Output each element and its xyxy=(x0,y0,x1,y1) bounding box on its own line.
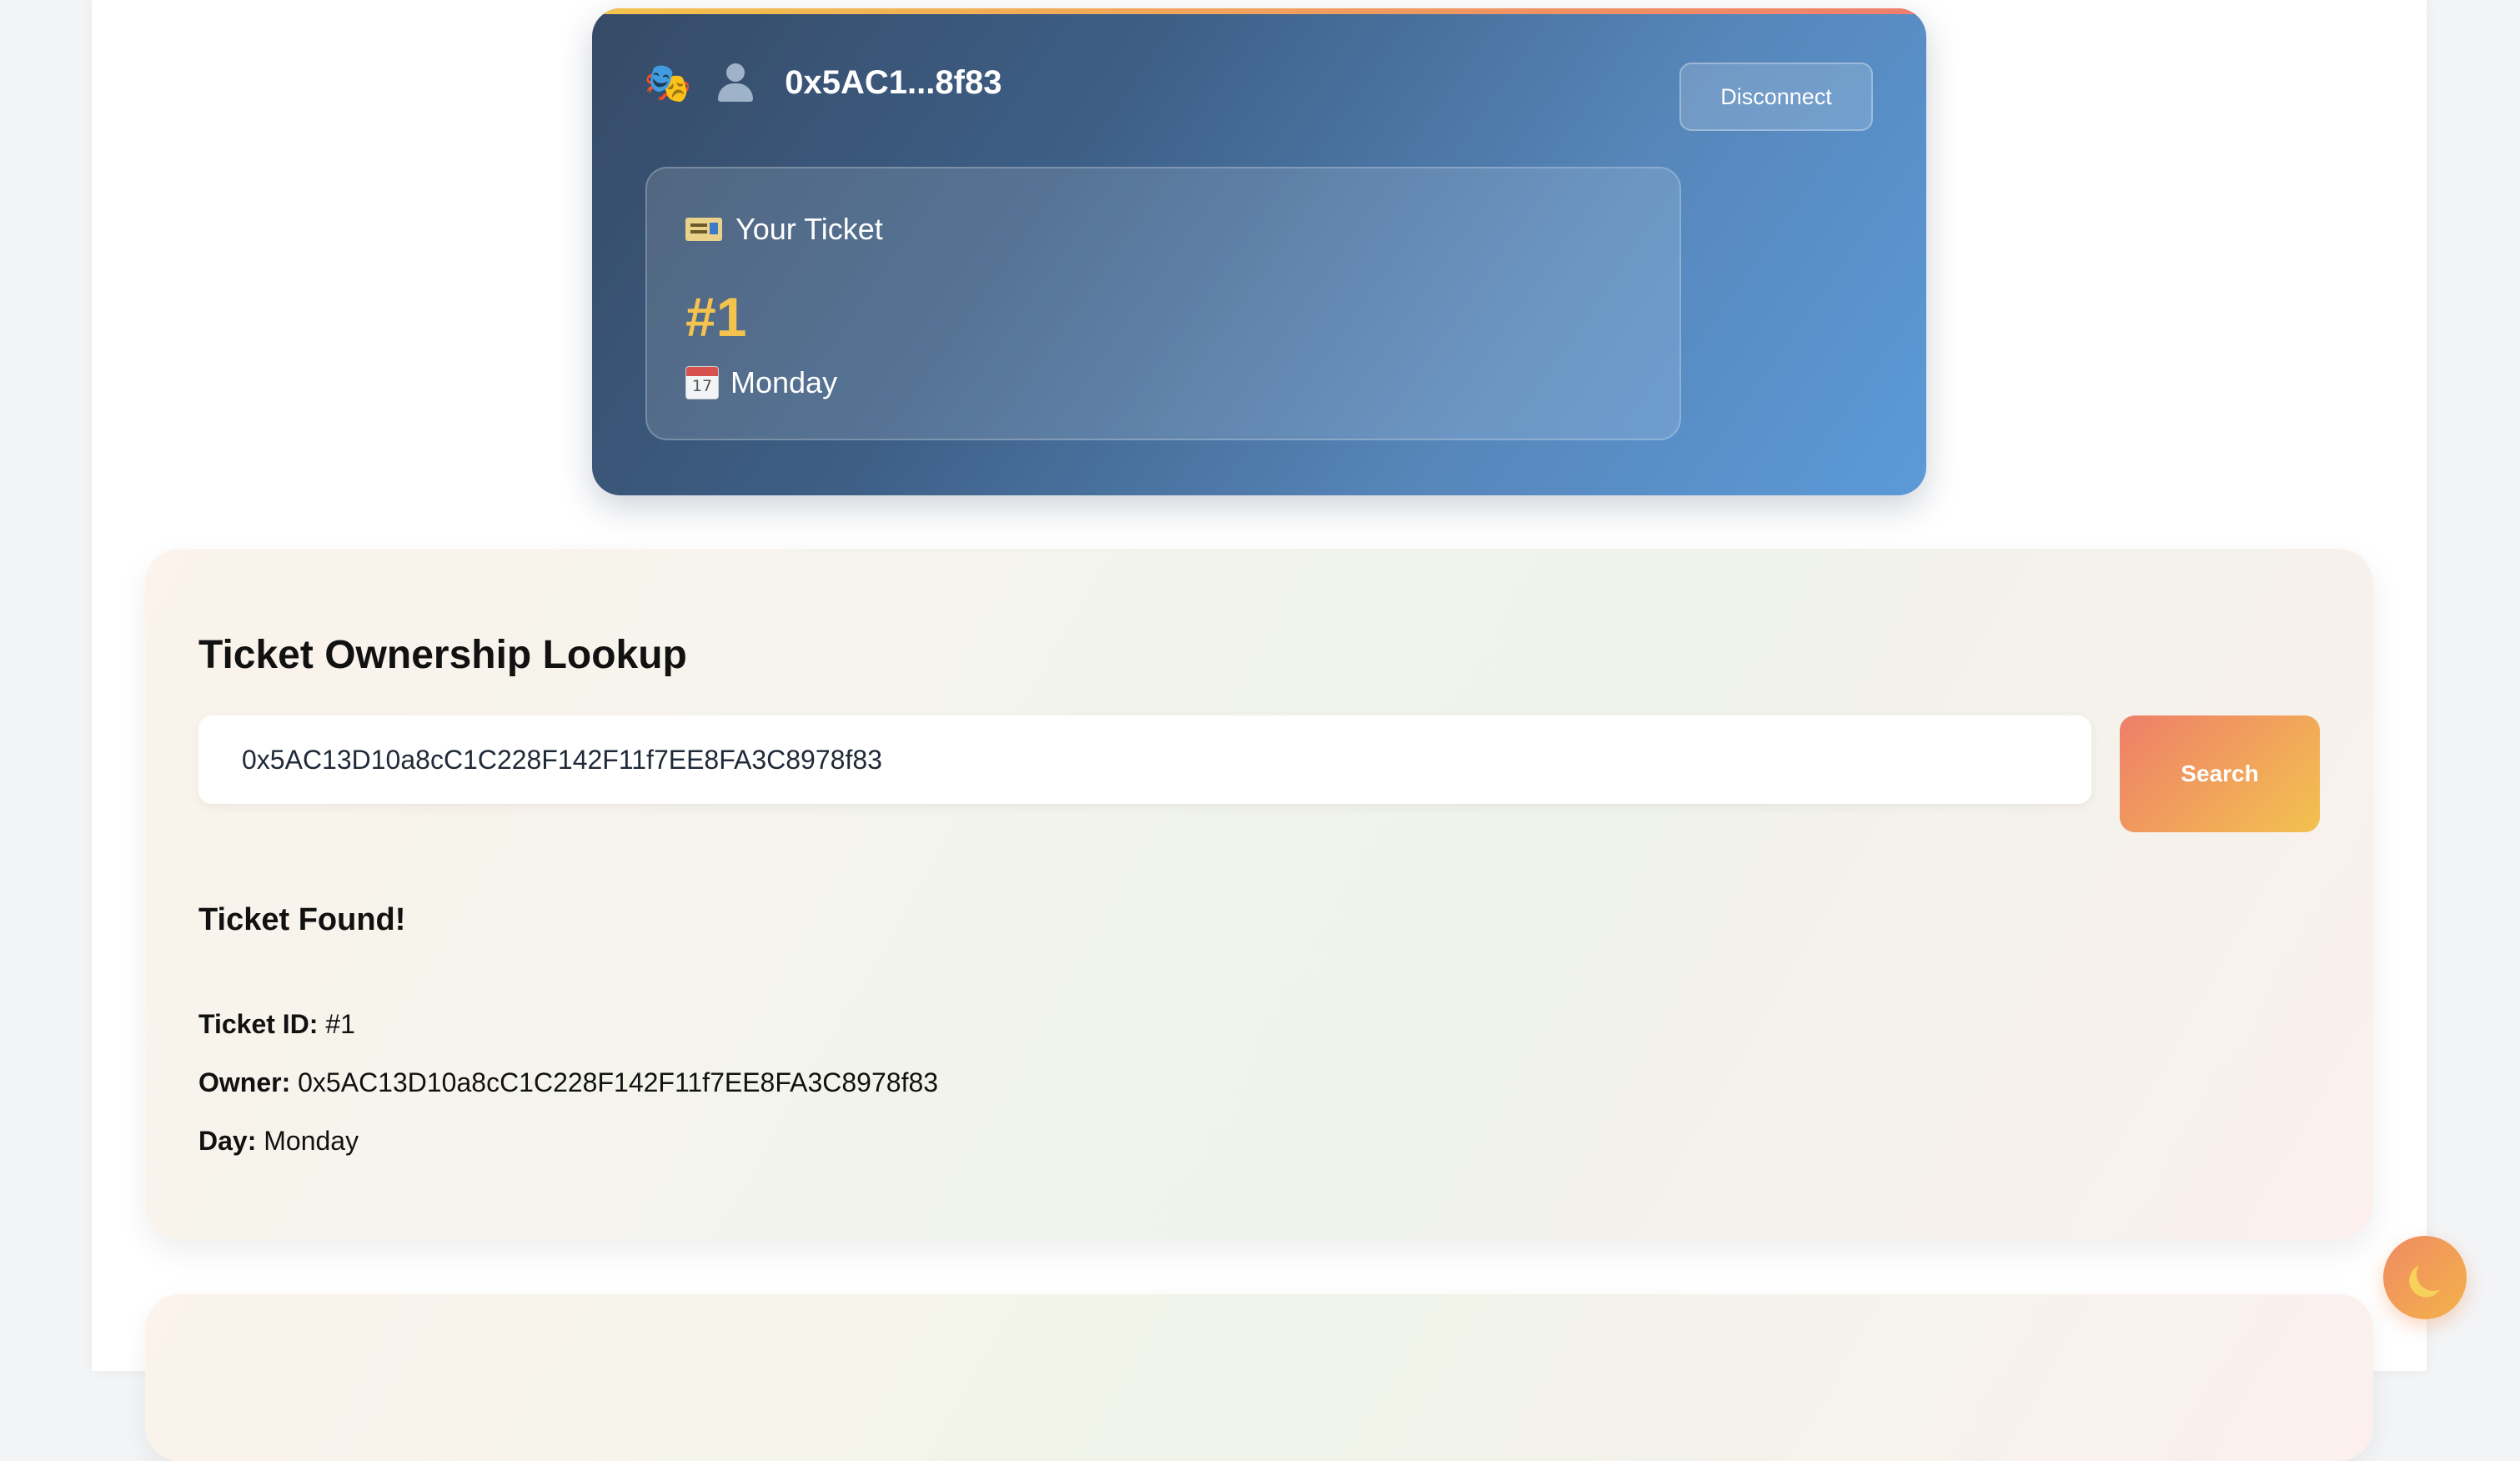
day-value: Monday xyxy=(264,1126,359,1156)
ticket-label-row: Your Ticket xyxy=(685,212,883,247)
your-ticket-box: Your Ticket #1 17 Monday xyxy=(645,167,1681,440)
wallet-card: 🎭 0x5AC1...8f83 Disconnect Your Ticket #… xyxy=(592,8,1926,495)
result-ticket-id: Ticket ID: #1 xyxy=(198,1009,355,1040)
wallet-address: 0x5AC1...8f83 xyxy=(785,63,1002,101)
ticket-icon xyxy=(685,218,722,241)
ticket-label: Your Ticket xyxy=(735,212,883,246)
owner-label: Owner: xyxy=(198,1067,291,1097)
wallet-card-accent-bar xyxy=(592,8,1926,14)
search-button[interactable]: Search xyxy=(2120,715,2320,832)
next-panel xyxy=(145,1294,2373,1461)
moon-icon xyxy=(2414,1255,2452,1293)
day-label: Day: xyxy=(198,1126,257,1156)
ticket-id-value: #1 xyxy=(325,1009,355,1039)
user-icon xyxy=(715,62,756,103)
result-owner: Owner: 0x5AC13D10a8cC1C228F142F11f7EE8FA… xyxy=(198,1067,938,1098)
performing-arts-masks-icon: 🎭 xyxy=(644,60,692,105)
ticket-number: #1 xyxy=(685,286,747,348)
wallet-header: 🎭 0x5AC1...8f83 xyxy=(644,62,1001,103)
result-day: Day: Monday xyxy=(198,1126,359,1157)
ticket-lookup-panel: Ticket Ownership Lookup Search Ticket Fo… xyxy=(145,549,2373,1239)
result-heading: Ticket Found! xyxy=(198,902,406,937)
ticket-day-row: 17 Monday xyxy=(685,365,837,400)
theme-toggle-button[interactable] xyxy=(2383,1236,2467,1319)
calendar-icon: 17 xyxy=(685,366,719,399)
address-search-input[interactable] xyxy=(198,715,2091,804)
disconnect-button[interactable]: Disconnect xyxy=(1679,63,1873,131)
owner-value: 0x5AC13D10a8cC1C228F142F11f7EE8FA3C8978f… xyxy=(298,1067,939,1097)
ticket-day: Monday xyxy=(730,365,838,399)
lookup-title: Ticket Ownership Lookup xyxy=(198,633,687,677)
ticket-id-label: Ticket ID: xyxy=(198,1009,319,1039)
